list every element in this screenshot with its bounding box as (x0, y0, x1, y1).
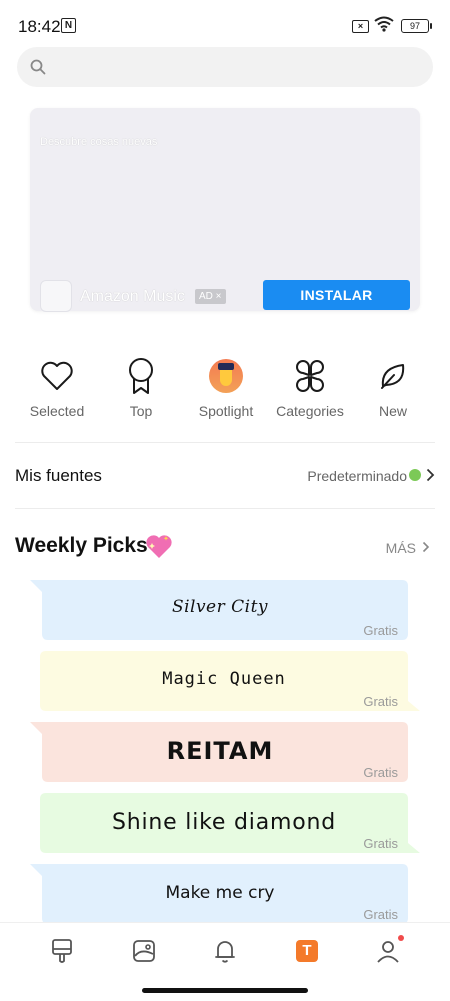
font-pick-card[interactable]: Silver City Gratis (30, 580, 410, 640)
nav-fonts[interactable]: T (293, 937, 321, 965)
bell-icon (215, 941, 235, 963)
status-bar: 18:42 N × 97 (0, 0, 450, 52)
leaf-icon (381, 364, 405, 389)
pick-title: Shine like diamond (112, 810, 336, 835)
category-label: Spotlight (198, 403, 254, 419)
install-button[interactable]: INSTALAR (263, 280, 410, 310)
ad-banner[interactable]: Descubre cosas nuevas Amazon Music AD × … (30, 108, 420, 312)
category-categories[interactable]: Categories (268, 356, 352, 419)
my-fonts-title: Mis fuentes (15, 466, 102, 485)
my-fonts-row[interactable]: Mis fuentes Predeterminado (15, 452, 435, 498)
status-time: 18:42 (18, 17, 61, 36)
ad-app-icon (40, 280, 72, 312)
nav-themes[interactable] (48, 937, 76, 965)
category-label: Categories (276, 403, 344, 419)
category-new[interactable]: New (351, 356, 435, 419)
font-pick-card[interactable]: Make me cry Gratis (30, 864, 410, 924)
nfc-icon: N (61, 18, 76, 33)
pick-price: Gratis (363, 907, 398, 922)
ad-app-name: Amazon Music (80, 288, 185, 305)
check-icon (409, 469, 421, 481)
pick-price: Gratis (363, 623, 398, 638)
battery-indicator: 97 (401, 19, 432, 33)
sparkling-heart-icon (146, 535, 172, 558)
wifi-icon (374, 16, 394, 32)
search-icon (30, 59, 46, 75)
pick-price: Gratis (363, 836, 398, 851)
search-bar[interactable] (17, 47, 433, 87)
heart-icon (41, 361, 73, 390)
medal-icon (129, 358, 153, 394)
weekly-picks-title: Weekly Picks (15, 534, 148, 557)
divider (15, 508, 435, 509)
more-link[interactable]: MÁS (386, 540, 416, 556)
font-pick-card[interactable]: REITAM Gratis (30, 722, 410, 782)
notification-dot (398, 935, 404, 941)
pick-price: Gratis (363, 765, 398, 780)
font-pick-card[interactable]: Magic Queen Gratis (40, 651, 420, 711)
pick-price: Gratis (363, 694, 398, 709)
category-top[interactable]: Top (99, 356, 183, 419)
category-label: Selected (29, 403, 85, 419)
spotlight-avatar-icon (209, 359, 243, 393)
pick-title: Magic Queen (162, 669, 286, 689)
ad-caption: Descubre cosas nuevas (40, 136, 158, 148)
pick-title: Make me cry (165, 883, 275, 903)
profile-icon (377, 941, 399, 963)
ad-close-badge[interactable]: AD × (195, 289, 226, 304)
divider (15, 442, 435, 443)
chevron-right-icon[interactable] (422, 541, 430, 553)
no-sim-icon: × (352, 20, 369, 33)
category-selected[interactable]: Selected (15, 356, 99, 419)
current-font-value: Predeterminado (307, 468, 407, 484)
category-label: New (378, 403, 407, 419)
home-indicator[interactable] (142, 988, 308, 993)
pick-title: Silver City (171, 597, 269, 617)
nav-profile[interactable] (374, 935, 404, 965)
fonts-tab-icon: T (296, 940, 318, 962)
grid-flower-icon (296, 360, 324, 392)
nav-ringtones[interactable] (211, 937, 239, 965)
chevron-right-icon (426, 468, 435, 482)
font-pick-card[interactable]: Shine like diamond Gratis (40, 793, 420, 853)
nav-wallpapers[interactable] (130, 937, 158, 965)
paint-brush-icon (52, 939, 72, 963)
category-spotlight[interactable]: Spotlight (184, 356, 268, 419)
wallpaper-icon (133, 940, 155, 962)
category-label: Top (129, 403, 153, 419)
pick-title: REITAM (166, 737, 274, 765)
